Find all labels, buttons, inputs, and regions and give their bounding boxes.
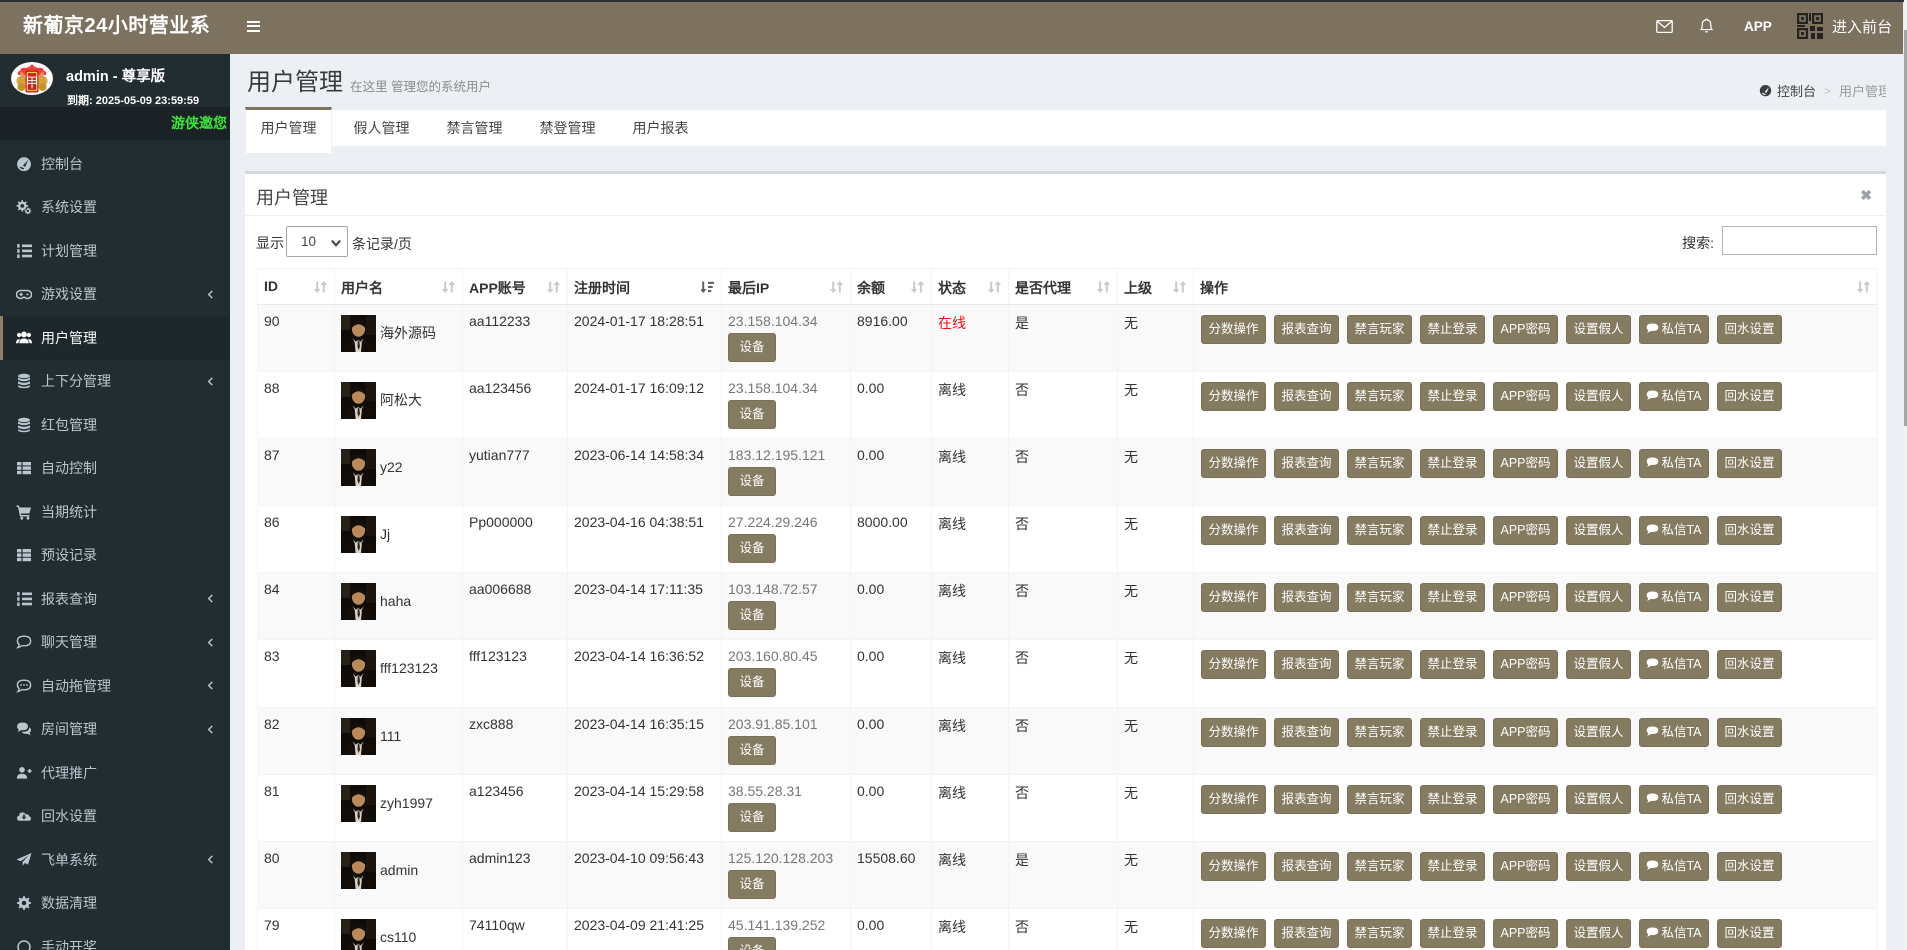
svg-text:甲: 甲 xyxy=(25,75,38,90)
